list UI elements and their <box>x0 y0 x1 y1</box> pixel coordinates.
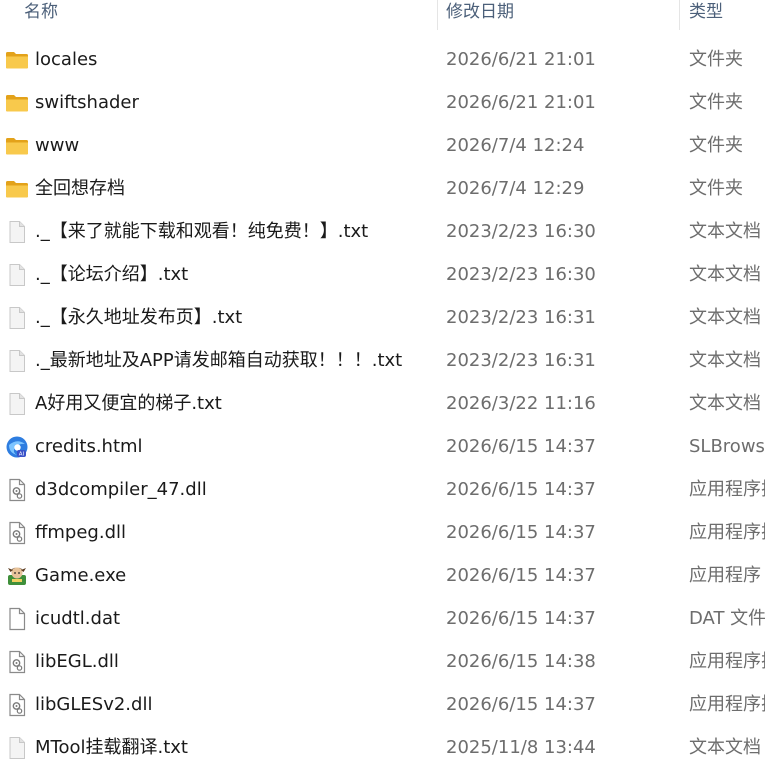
file-type: 文本文档 <box>689 221 761 242</box>
file-name[interactable]: ._【永久地址发布页】.txt <box>35 296 242 339</box>
file-type: 应用程序扩展 <box>689 479 765 500</box>
file-modified-date: 2026/6/21 21:01 <box>446 49 596 70</box>
file-name[interactable]: ffmpeg.dll <box>35 511 126 554</box>
dll-file-icon <box>5 650 29 674</box>
text-file-icon <box>5 220 29 244</box>
file-modified-date: 2026/3/22 11:16 <box>446 393 596 414</box>
file-row[interactable]: www 2026/7/4 12:24 文件夹 <box>0 124 765 167</box>
file-name[interactable]: libEGL.dll <box>35 640 119 683</box>
file-modified-date: 2026/7/4 12:29 <box>446 178 585 199</box>
file-type: 文件夹 <box>689 92 743 113</box>
folder-icon <box>5 91 29 115</box>
file-modified-date: 2023/2/23 16:31 <box>446 307 596 328</box>
file-name[interactable]: d3dcompiler_47.dll <box>35 468 207 511</box>
column-header: 名称 修改日期 类型 <box>0 0 765 30</box>
file-name[interactable]: A好用又便宜的梯子.txt <box>35 382 222 425</box>
file-modified-date: 2026/6/15 14:37 <box>446 522 596 543</box>
file-name[interactable]: credits.html <box>35 425 143 468</box>
folder-icon <box>5 48 29 72</box>
file-row[interactable]: ._【永久地址发布页】.txt 2023/2/23 16:31 文本文档 <box>0 296 765 339</box>
browser-html-icon: AI <box>5 435 29 459</box>
column-divider[interactable] <box>679 0 680 30</box>
file-row[interactable]: Game.exe 2026/6/15 14:37 应用程序 <box>0 554 765 597</box>
file-type: 应用程序扩展 <box>689 651 765 672</box>
file-name[interactable]: libGLESv2.dll <box>35 683 152 726</box>
file-modified-date: 2023/2/23 16:31 <box>446 350 596 371</box>
file-modified-date: 2023/2/23 16:30 <box>446 221 596 242</box>
file-row[interactable]: MTool挂载翻译.txt 2025/11/8 13:44 文本文档 <box>0 726 765 769</box>
file-type: 文件夹 <box>689 178 743 199</box>
file-modified-date: 2026/6/15 14:37 <box>446 479 596 500</box>
file-type: 应用程序扩展 <box>689 522 765 543</box>
file-type: SLBrowser <box>689 436 765 457</box>
file-type: 文本文档 <box>689 737 761 758</box>
file-type: 文本文档 <box>689 350 761 371</box>
file-row[interactable]: A好用又便宜的梯子.txt 2026/3/22 11:16 文本文档 <box>0 382 765 425</box>
file-name[interactable]: ._【来了就能下载和观看！纯免费！】.txt <box>35 210 368 253</box>
text-file-icon <box>5 349 29 373</box>
file-type: 文本文档 <box>689 307 761 328</box>
file-row[interactable]: ._最新地址及APP请发邮箱自动获取！！！.txt 2023/2/23 16:31… <box>0 339 765 382</box>
game-exe-icon <box>5 564 29 588</box>
file-modified-date: 2026/6/15 14:38 <box>446 651 596 672</box>
text-file-icon <box>5 736 29 760</box>
dll-file-icon <box>5 521 29 545</box>
file-modified-date: 2026/6/15 14:37 <box>446 436 596 457</box>
file-name[interactable]: ._【论坛介绍】.txt <box>35 253 188 296</box>
file-row[interactable]: ._【来了就能下载和观看！纯免费！】.txt 2023/2/23 16:30 文本文… <box>0 210 765 253</box>
file-type: 文件夹 <box>689 135 743 156</box>
file-type: 文本文档 <box>689 393 761 414</box>
blank-file-icon <box>5 607 29 631</box>
folder-icon <box>5 177 29 201</box>
dll-file-icon <box>5 693 29 717</box>
file-row[interactable]: ._【论坛介绍】.txt 2023/2/23 16:30 文本文档 <box>0 253 765 296</box>
column-header-type[interactable]: 类型 <box>689 0 723 30</box>
column-header-name[interactable]: 名称 <box>24 0 58 30</box>
file-modified-date: 2026/6/15 14:37 <box>446 694 596 715</box>
file-row[interactable]: swiftshader 2026/6/21 21:01 文件夹 <box>0 81 765 124</box>
file-row[interactable]: d3dcompiler_47.dll 2026/6/15 14:37 应用程序扩展 <box>0 468 765 511</box>
folder-icon <box>5 134 29 158</box>
file-type: 应用程序扩展 <box>689 694 765 715</box>
column-divider[interactable] <box>437 0 438 30</box>
file-row[interactable]: ffmpeg.dll 2026/6/15 14:37 应用程序扩展 <box>0 511 765 554</box>
file-name[interactable]: www <box>35 124 79 167</box>
file-name[interactable]: ._最新地址及APP请发邮箱自动获取！！！.txt <box>35 339 402 382</box>
file-type: 文本文档 <box>689 264 761 285</box>
file-modified-date: 2023/2/23 16:30 <box>446 264 596 285</box>
text-file-icon <box>5 392 29 416</box>
file-modified-date: 2026/7/4 12:24 <box>446 135 585 156</box>
file-row[interactable]: libGLESv2.dll 2026/6/15 14:37 应用程序扩展 <box>0 683 765 726</box>
svg-text:AI: AI <box>19 452 25 458</box>
file-row[interactable]: 全回想存档 2026/7/4 12:29 文件夹 <box>0 167 765 210</box>
column-header-date[interactable]: 修改日期 <box>446 0 514 30</box>
file-name[interactable]: locales <box>35 38 97 81</box>
file-name[interactable]: MTool挂载翻译.txt <box>35 726 188 769</box>
dll-file-icon <box>5 478 29 502</box>
file-type: 应用程序 <box>689 565 761 586</box>
file-row[interactable]: icudtl.dat 2026/6/15 14:37 DAT 文件 <box>0 597 765 640</box>
file-name[interactable]: Game.exe <box>35 554 126 597</box>
file-name[interactable]: icudtl.dat <box>35 597 120 640</box>
file-type: DAT 文件 <box>689 608 765 629</box>
file-name[interactable]: 全回想存档 <box>35 167 125 210</box>
file-modified-date: 2026/6/21 21:01 <box>446 92 596 113</box>
file-row[interactable]: AI credits.html 2026/6/15 14:37 SLBrowser <box>0 425 765 468</box>
text-file-icon <box>5 263 29 287</box>
file-modified-date: 2026/6/15 14:37 <box>446 565 596 586</box>
file-row[interactable]: locales 2026/6/21 21:01 文件夹 <box>0 38 765 81</box>
file-modified-date: 2025/11/8 13:44 <box>446 737 596 758</box>
file-row[interactable]: libEGL.dll 2026/6/15 14:38 应用程序扩展 <box>0 640 765 683</box>
file-modified-date: 2026/6/15 14:37 <box>446 608 596 629</box>
file-name[interactable]: swiftshader <box>35 81 139 124</box>
file-type: 文件夹 <box>689 49 743 70</box>
text-file-icon <box>5 306 29 330</box>
